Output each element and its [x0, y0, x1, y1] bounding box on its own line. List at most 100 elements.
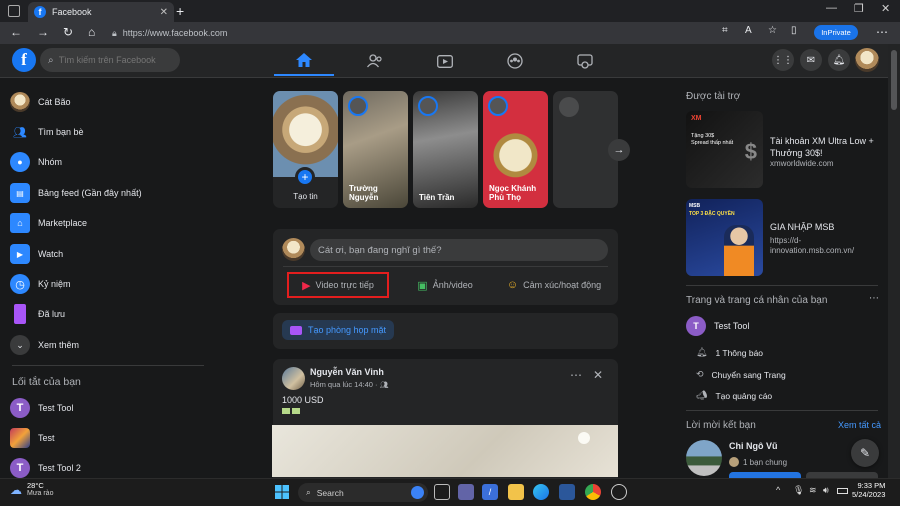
browser-tab-facebook[interactable]: f Facebook ✕ — [28, 2, 174, 22]
ad-image-msb[interactable]: MSB TOP 3 ĐẶC QUYỀN — [686, 199, 763, 276]
pages-more-icon[interactable]: ⋯ — [869, 293, 879, 304]
shortcut-item[interactable]: Test — [10, 426, 200, 450]
maximize-button[interactable]: ❐ — [854, 2, 864, 15]
windows-start-icon[interactable] — [274, 484, 290, 500]
facebook-favicon-icon: f — [34, 6, 46, 18]
switch-to-page[interactable]: ⟲ Chuyển sang Trang — [696, 369, 786, 380]
taskbar-clock[interactable]: 9:33 PM 5/24/2023 — [852, 481, 885, 499]
favorite-star-icon[interactable]: ☆ — [768, 25, 777, 36]
see-all-link[interactable]: Xem tất cả — [838, 420, 881, 430]
new-tab-button[interactable]: + — [176, 3, 184, 19]
account-avatar[interactable] — [855, 48, 879, 72]
composer-input[interactable]: Cát ơi, bạn đang nghĩ gì thế? — [310, 239, 608, 261]
sidebar-item-label: Nhóm — [38, 157, 63, 167]
chat-icon[interactable] — [458, 484, 474, 500]
more-options-icon[interactable]: ⋯ — [876, 25, 888, 39]
close-window-button[interactable]: ✕ — [881, 2, 890, 15]
address-field[interactable]: 🔒︎ https://www.facebook.com — [112, 25, 712, 41]
sidebar-item-see-more[interactable]: ⌄ Xem thêm — [10, 333, 200, 357]
sidebar-item-groups[interactable]: ● Nhóm — [10, 150, 200, 174]
wifi-icon[interactable]: ≋ — [809, 485, 817, 496]
scrollbar-thumb[interactable] — [891, 50, 897, 110]
create-ad[interactable]: 📣︎ Tạo quảng cáo — [696, 390, 772, 401]
mic-icon[interactable]: 🎙︎ — [793, 485, 804, 496]
apps-icon[interactable]: ⌗ — [722, 25, 728, 36]
volume-icon[interactable]: 🔊︎ — [823, 485, 829, 496]
sidebar-item-label: Cát Bão — [38, 97, 71, 107]
tab-actions-icon[interactable] — [8, 5, 20, 17]
app-icon[interactable] — [611, 484, 627, 500]
tray-chevron-icon[interactable]: ^ — [776, 485, 780, 495]
story-name: Tiên Trần — [419, 192, 455, 202]
weather-widget[interactable]: ☁ 28°C Mưa rào — [10, 481, 53, 498]
ad-brand: XM — [691, 115, 702, 122]
split-screen-icon[interactable]: ▯ — [791, 25, 797, 36]
battery-icon[interactable] — [837, 488, 848, 494]
story-card[interactable]: Trường Nguyễn — [343, 91, 408, 208]
ad-image-xm[interactable]: XM Tặng 30$ Spread thấp nhất $ — [686, 111, 763, 188]
refresh-icon[interactable]: ↻ — [63, 25, 73, 39]
notifications-button[interactable]: 🔔︎ — [828, 49, 850, 71]
minimize-button[interactable]: — — [826, 2, 837, 14]
ad-title[interactable]: Tài khoản XM Ultra Low + Thưởng 30$! — [770, 136, 882, 159]
story-card[interactable]: Ngọc Khánh Phù Thọ — [483, 91, 548, 208]
page-item[interactable]: T Test Tool — [686, 316, 749, 336]
chevron-down-icon: ⌄ — [10, 335, 30, 355]
nav-gaming-tab[interactable] — [555, 46, 615, 76]
feeling-button[interactable]: ☺ Cảm xúc/hoạt động — [498, 272, 610, 298]
create-room-button[interactable]: Tạo phòng họp mặt — [282, 320, 394, 340]
search-box[interactable]: ⌕ — [40, 48, 180, 72]
nav-home-tab[interactable] — [274, 46, 334, 76]
home-icon[interactable]: ⌂ — [88, 25, 95, 39]
forward-icon[interactable]: → — [37, 25, 49, 39]
task-view-icon[interactable] — [434, 484, 450, 500]
shortcut-item[interactable]: T Test Tool 2 — [10, 456, 200, 480]
back-icon[interactable]: ← — [10, 25, 22, 39]
post-image[interactable] — [272, 425, 618, 477]
post-more-icon[interactable]: ⋯ — [570, 368, 582, 382]
file-explorer-icon[interactable] — [508, 484, 524, 500]
stories-next-button[interactable]: → — [608, 139, 630, 161]
friend-request-name[interactable]: Chi Ngô Vũ — [729, 441, 778, 451]
shortcut-avatar: T — [10, 398, 30, 418]
read-aloud-icon[interactable]: A — [745, 25, 752, 36]
store-icon[interactable] — [559, 484, 575, 500]
groups-icon — [507, 53, 523, 69]
edge-icon[interactable] — [533, 484, 549, 500]
marketplace-icon: ⌂ — [10, 213, 30, 233]
ad-title[interactable]: GIA NHẬP MSB — [770, 222, 834, 234]
chrome-icon[interactable] — [585, 484, 601, 500]
inprivate-badge[interactable]: InPrivate — [814, 25, 858, 40]
photo-video-button[interactable]: ▣ Ảnh/video — [400, 272, 490, 298]
post-time[interactable]: Hôm qua lúc 14:40 · — [310, 380, 378, 389]
sidebar-item-memories[interactable]: ◷ Kỷ niệm — [10, 272, 200, 296]
post-author-avatar[interactable] — [282, 367, 305, 390]
story-card[interactable]: Tiên Trần — [413, 91, 478, 208]
nav-friends-tab[interactable] — [345, 46, 405, 76]
friend-request-avatar[interactable] — [686, 440, 722, 476]
live-video-icon: ▶ — [302, 279, 311, 292]
post-close-icon[interactable]: ✕ — [593, 368, 603, 382]
sidebar-item-saved[interactable]: Đã lưu — [10, 302, 200, 326]
search-input[interactable] — [58, 55, 169, 65]
live-video-button[interactable]: ▶ Video trực tiếp — [287, 272, 389, 298]
shortcut-item[interactable]: T Test Tool — [10, 396, 200, 420]
sidebar-item-watch[interactable]: ▶ Watch — [10, 242, 200, 266]
facebook-logo-icon[interactable]: f — [12, 48, 36, 72]
photo-icon: ▣ — [417, 279, 428, 292]
story-create[interactable]: + Tạo tin — [273, 91, 338, 208]
sidebar-item-feed[interactable]: ▤ Bảng feed (Gần đây nhất) — [10, 181, 200, 205]
sidebar-item-marketplace[interactable]: ⌂ Marketplace — [10, 211, 200, 235]
new-message-button[interactable]: ✎ — [851, 439, 879, 467]
nav-groups-tab[interactable] — [485, 46, 545, 76]
sidebar-item-profile[interactable]: Cát Bão — [10, 90, 200, 114]
menu-grid-button[interactable]: ⋮⋮ — [772, 49, 794, 71]
close-tab-icon[interactable]: ✕ — [160, 7, 168, 18]
messenger-button[interactable]: ✉ — [800, 49, 822, 71]
taskbar-search[interactable]: ⌕ Search — [298, 483, 428, 502]
visual-studio-icon[interactable]: / — [482, 484, 498, 500]
sidebar-item-find-friends[interactable]: 👥︎ Tìm bạn bè — [10, 120, 200, 144]
post-author-name[interactable]: Nguyễn Văn Vinh — [310, 367, 384, 377]
page-notifications[interactable]: 🔔︎ 1 Thông báo — [696, 347, 763, 358]
nav-watch-tab[interactable] — [415, 46, 475, 76]
